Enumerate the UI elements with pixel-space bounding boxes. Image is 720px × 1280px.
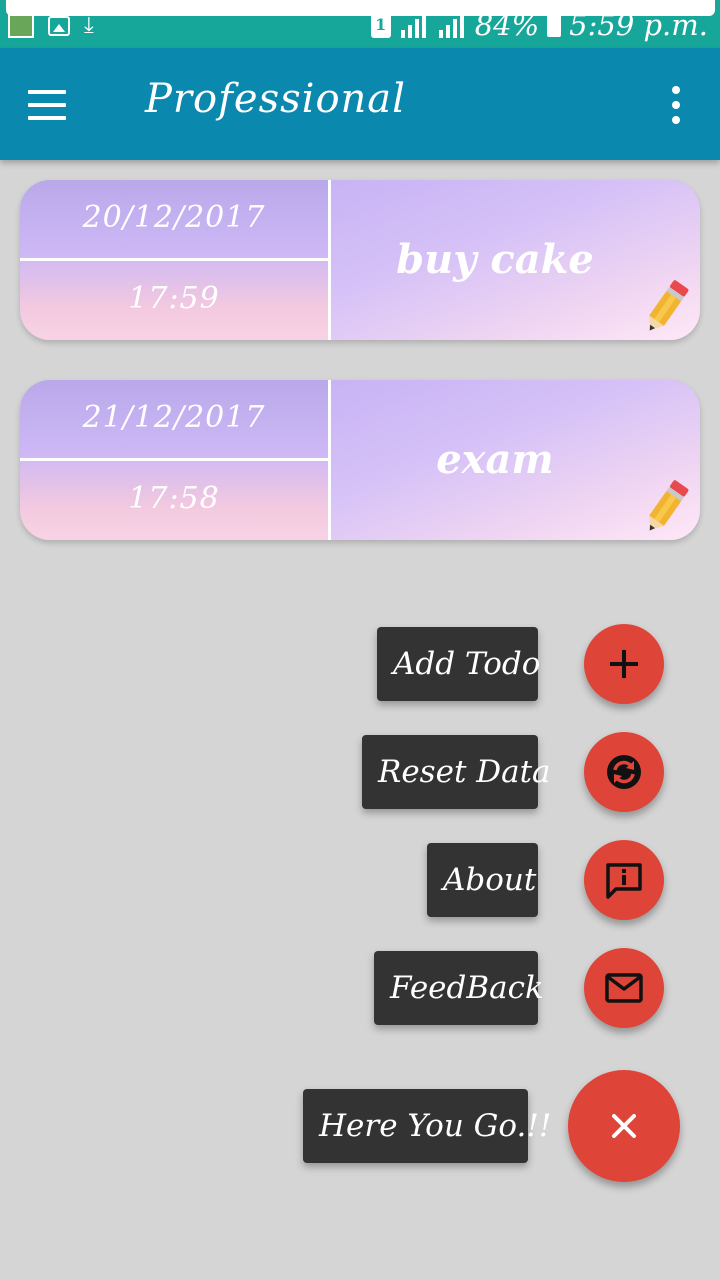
about-label[interactable]: About xyxy=(427,843,538,917)
divider xyxy=(20,458,328,461)
close-icon xyxy=(612,1114,636,1138)
signal-icon-2 xyxy=(437,12,467,38)
todo-task: exam xyxy=(436,436,554,483)
refresh-icon xyxy=(607,755,641,789)
clock: 5:59 p.m. xyxy=(569,8,708,42)
sim-icon: 1 xyxy=(370,12,391,38)
add-todo-button[interactable] xyxy=(584,624,664,704)
reset-data-button[interactable] xyxy=(584,732,664,812)
main-fab-label[interactable]: Here You Go.!! xyxy=(303,1089,551,1163)
mail-icon xyxy=(605,973,643,1003)
reset-data-label[interactable]: Reset Data xyxy=(362,735,551,809)
about-button[interactable] xyxy=(584,840,664,920)
app-title: Professional xyxy=(145,76,406,122)
more-options-icon[interactable] xyxy=(668,86,684,124)
menu-icon[interactable] xyxy=(28,88,68,122)
feedback-button[interactable] xyxy=(584,948,664,1028)
signal-icon xyxy=(399,12,429,38)
todo-card[interactable]: 21/12/2017 17:58 exam xyxy=(20,380,700,540)
battery-icon xyxy=(547,13,562,37)
plus-icon xyxy=(610,650,638,678)
add-todo-label[interactable]: Add Todo xyxy=(377,627,540,701)
todo-time: 17:59 xyxy=(128,281,220,316)
status-bar: ⤓ 1 84% 5:59 p.m. xyxy=(0,0,720,48)
image-icon xyxy=(48,16,70,36)
close-menu-button[interactable] xyxy=(568,1070,680,1182)
download-icon: ⤓ xyxy=(84,13,94,38)
feedback-label[interactable]: FeedBack xyxy=(374,951,544,1025)
feedback-info-icon xyxy=(606,863,642,899)
divider xyxy=(20,258,328,261)
edit-pencil-icon[interactable] xyxy=(638,278,694,340)
todo-task: buy cake xyxy=(396,236,594,283)
battery-percent: 84% xyxy=(474,8,540,42)
todo-time: 17:58 xyxy=(128,481,220,516)
todo-date: 20/12/2017 xyxy=(82,200,266,235)
todo-card[interactable]: 20/12/2017 17:59 buy cake xyxy=(20,180,700,340)
todo-date: 21/12/2017 xyxy=(82,400,266,435)
app-bar: Professional xyxy=(0,48,720,160)
edit-pencil-icon[interactable] xyxy=(638,478,694,540)
app-notification-icon xyxy=(8,14,34,38)
